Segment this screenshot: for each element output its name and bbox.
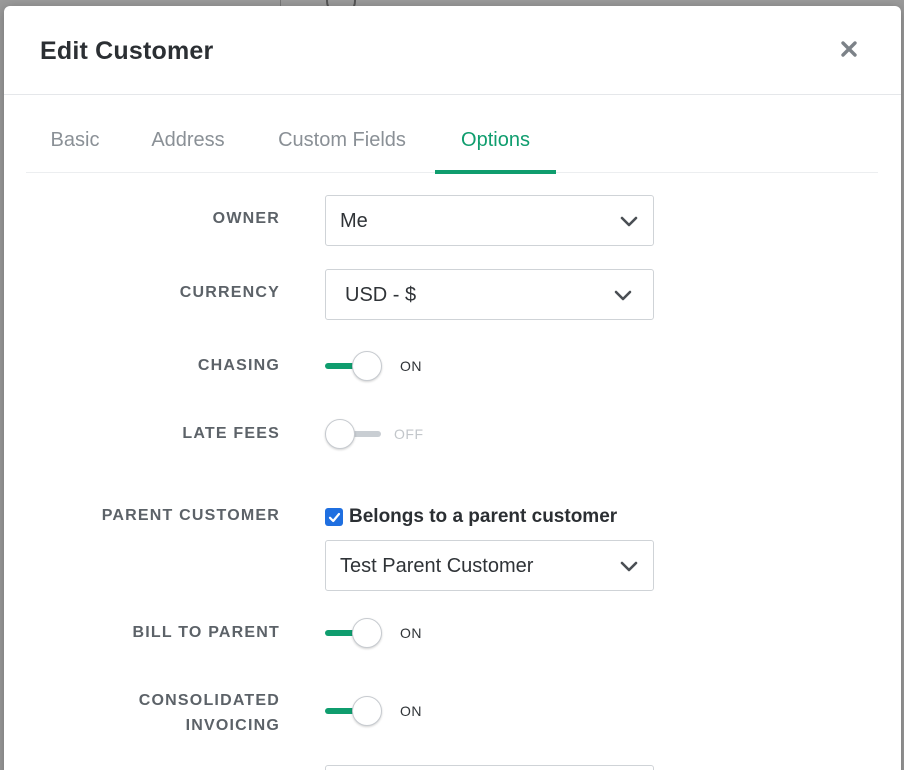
tab-address[interactable]: Address — [144, 114, 232, 173]
currency-label: CURRENCY — [179, 284, 280, 301]
bill-to-parent-toggle[interactable] — [324, 618, 384, 650]
tab-custom-fields[interactable]: Custom Fields — [270, 114, 414, 173]
parent-customer-label: PARENT CUSTOMER — [101, 507, 280, 524]
close-icon — [841, 41, 857, 57]
consolidated-invoicing-label-line2: INVOICING — [185, 717, 280, 734]
toggle-knob — [352, 696, 382, 726]
bill-to-parent-state: ON — [400, 625, 422, 641]
modal-title: Edit Customer — [40, 37, 214, 65]
parent-customer-select[interactable]: Test Parent Customer — [325, 540, 654, 591]
chevron-down-icon — [620, 216, 638, 227]
parent-customer-checkbox-row[interactable]: Belongs to a parent customer — [325, 503, 617, 531]
toggle-knob — [325, 419, 355, 449]
parent-customer-checkbox-label: Belongs to a parent customer — [349, 506, 618, 527]
owner-select-value: Me — [340, 210, 368, 232]
late-fees-label: LATE FEES — [182, 425, 280, 442]
late-fees-state: OFF — [394, 426, 424, 442]
check-icon — [328, 512, 340, 522]
chasing-state: ON — [400, 358, 422, 374]
tab-basic[interactable]: Basic — [26, 114, 124, 173]
toggle-knob — [352, 351, 382, 381]
tab-bar: Basic Address Custom Fields Options — [26, 114, 878, 174]
owner-label: OWNER — [212, 210, 280, 227]
close-button[interactable] — [834, 34, 864, 64]
edit-customer-modal: Edit Customer Basic Address Custom Field… — [4, 6, 901, 770]
chasing-label: CHASING — [197, 357, 280, 374]
late-fees-toggle[interactable] — [324, 419, 384, 451]
chasing-toggle[interactable] — [324, 351, 384, 383]
chevron-down-icon — [614, 290, 632, 301]
next-field-input[interactable] — [325, 765, 654, 770]
owner-select[interactable]: Me — [325, 195, 654, 246]
chevron-down-icon — [620, 561, 638, 572]
bill-to-parent-label: BILL TO PARENT — [132, 624, 280, 641]
toggle-knob — [352, 618, 382, 648]
consolidated-invoicing-toggle[interactable] — [324, 696, 384, 728]
modal-header: Edit Customer — [4, 6, 901, 95]
consolidated-invoicing-state: ON — [400, 703, 422, 719]
parent-customer-select-value: Test Parent Customer — [340, 555, 534, 577]
parent-customer-checkbox[interactable] — [325, 508, 343, 526]
tab-options[interactable]: Options — [435, 114, 556, 174]
consolidated-invoicing-label-line1: CONSOLIDATED — [138, 692, 280, 709]
currency-select[interactable]: USD - $ — [325, 269, 654, 320]
currency-select-value: USD - $ — [345, 284, 417, 306]
